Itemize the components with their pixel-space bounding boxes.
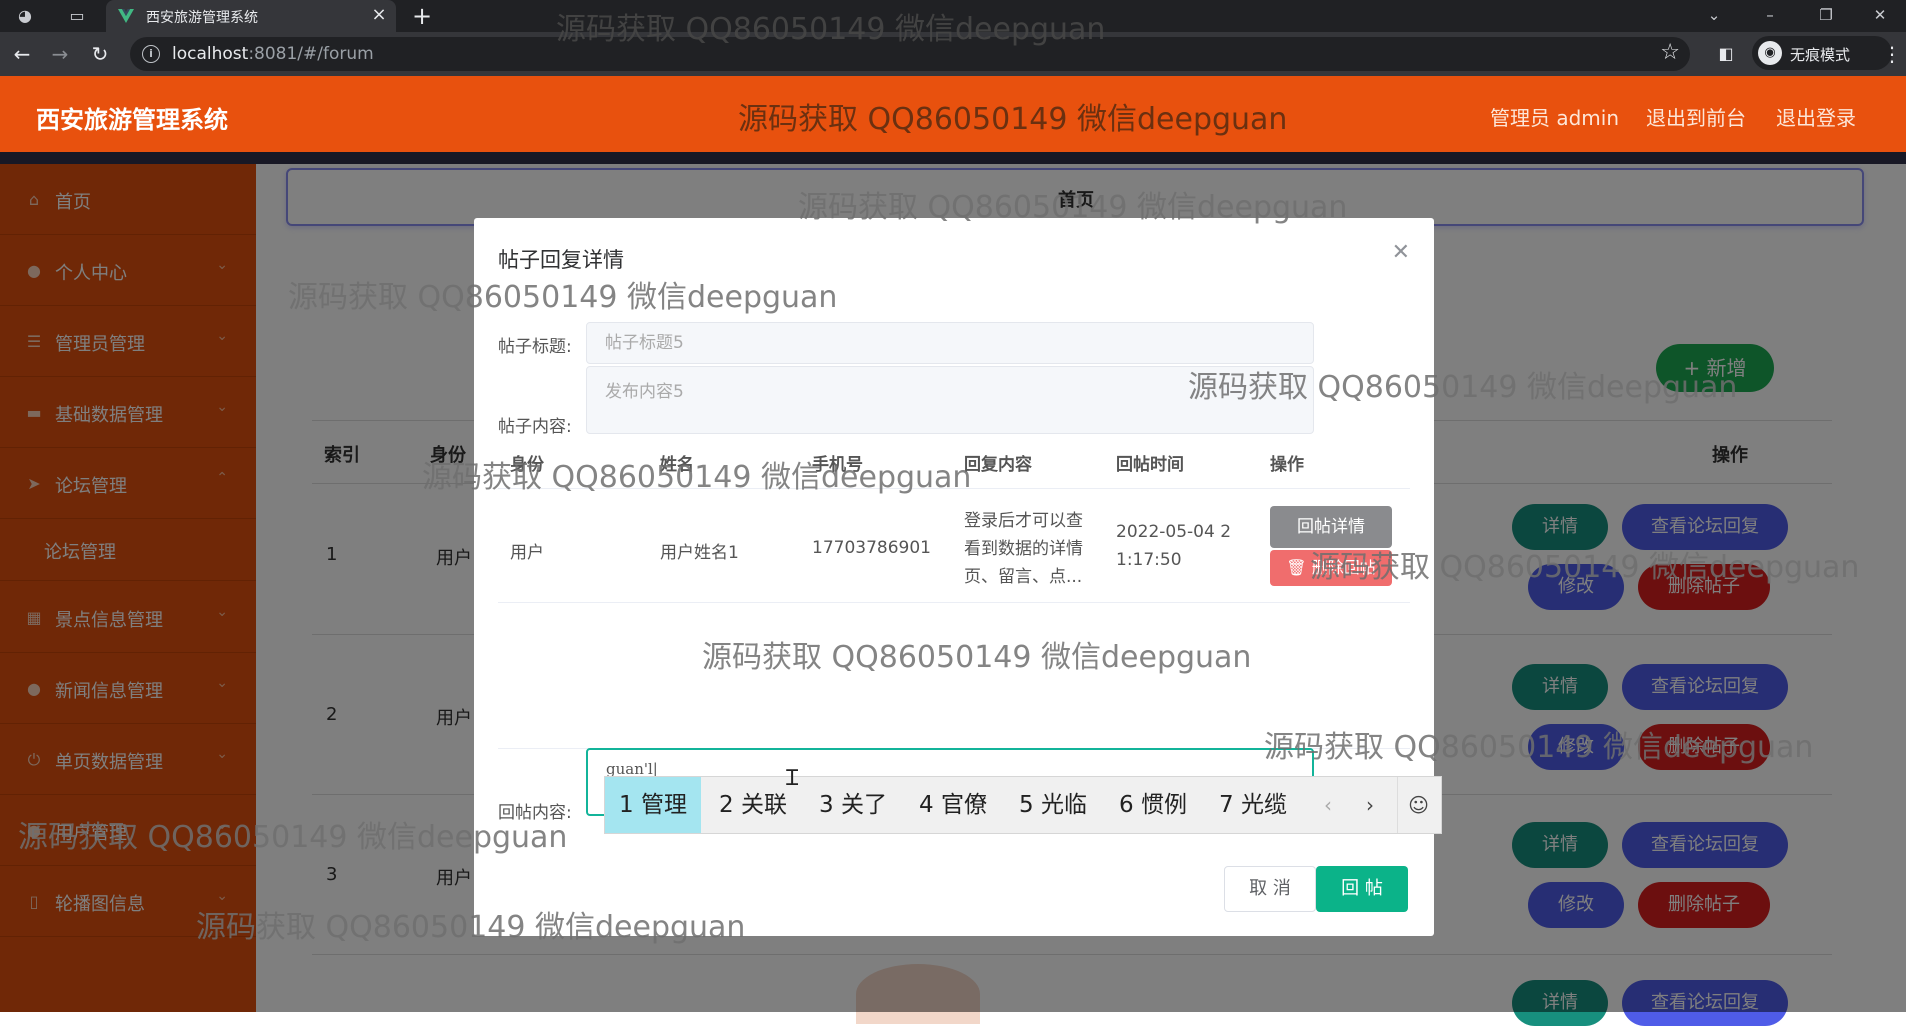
inner-col-phone: 手机号 — [812, 455, 863, 475]
incognito-badge[interactable]: ◉ 无痕模式 — [1752, 36, 1892, 70]
close-window-icon[interactable]: ✕ — [1860, 4, 1900, 28]
ime-candidate[interactable]: 7 光缆 — [1203, 777, 1303, 833]
post-title-label: 帖子标题: — [498, 337, 572, 357]
tab-title: 西安旅游管理系统 — [146, 10, 258, 26]
reply-name: 用户姓名1 — [660, 543, 739, 563]
ime-candidate-bar: 1 管理 2 关联 3 关了 4 官僚 5 光临 6 惯例 7 光缆 ‹ › ☺ — [604, 776, 1442, 834]
browser-menu-icon[interactable]: ⋮ — [1880, 42, 1904, 66]
ime-candidate[interactable]: 3 关了 — [803, 777, 903, 833]
trash-icon: 🗑 — [1286, 558, 1307, 577]
tab-close-icon[interactable]: × — [368, 5, 390, 27]
post-title-field: 帖子标题5 — [586, 322, 1314, 364]
back-icon[interactable]: ← — [10, 42, 34, 66]
post-content-label: 帖子内容: — [498, 417, 572, 437]
text-cursor-icon: Ɪ — [786, 766, 799, 791]
ime-prev-icon[interactable]: ‹ — [1307, 777, 1349, 833]
ime-next-icon[interactable]: › — [1349, 777, 1391, 833]
incognito-icon: ◉ — [1758, 41, 1782, 65]
exit-to-front-link[interactable]: 退出到前台 — [1646, 102, 1746, 131]
new-tab-icon[interactable]: + — [412, 2, 432, 30]
site-info-icon[interactable]: i — [142, 45, 160, 63]
logout-link[interactable]: 退出登录 — [1776, 102, 1856, 131]
reply-detail-button[interactable]: 回帖详情 — [1270, 506, 1392, 548]
tab-search-icon[interactable]: ⌄ — [1694, 4, 1734, 28]
reply-content-line: 看到数据的详情 — [964, 539, 1083, 559]
reply-identity: 用户 — [510, 543, 544, 563]
post-content-field: 发布内容5 — [586, 366, 1314, 434]
close-icon[interactable]: ✕ — [1392, 240, 1410, 265]
inner-col-time: 回帖时间 — [1116, 455, 1184, 475]
address-bar: ← → ↻ i localhost:8081/#/forum ☆ ◧ ◉ 无痕模… — [0, 32, 1906, 76]
reply-time-line: 1:17:50 — [1116, 550, 1182, 570]
reading-list-icon[interactable]: ◧ — [1714, 42, 1738, 66]
app-header: 西安旅游管理系统 源码获取 QQ86050149 微信deepguan 管理员 … — [0, 76, 1906, 152]
reply-content-label: 回帖内容: — [498, 803, 572, 823]
browser-tab[interactable]: 西安旅游管理系统 × — [106, 0, 396, 32]
row-divider — [498, 488, 1410, 489]
delete-reply-button[interactable]: 🗑 删除回帖 — [1270, 550, 1392, 586]
url-text[interactable]: localhost:8081/#/forum — [172, 44, 374, 64]
browser-tab-bar: ◕ ▭ 西安旅游管理系统 × + ⌄ – ❐ ✕ — [0, 0, 1906, 32]
ime-candidate[interactable]: 6 惯例 — [1103, 777, 1203, 833]
emoji-icon[interactable]: ☺ — [1397, 777, 1439, 833]
restore-icon[interactable]: ❐ — [1806, 4, 1846, 28]
vue-logo-icon — [118, 9, 134, 23]
inner-col-actions: 操作 — [1270, 455, 1304, 475]
ime-candidate[interactable]: 4 官僚 — [903, 777, 1003, 833]
admin-label: 管理员 admin — [1490, 106, 1620, 130]
header-watermark: 源码获取 QQ86050149 微信deepguan — [738, 102, 1288, 137]
bookmark-star-icon[interactable]: ☆ — [1660, 40, 1680, 65]
cancel-button[interactable]: 取 消 — [1224, 866, 1316, 912]
url-box[interactable]: i localhost:8081/#/forum ☆ — [130, 37, 1690, 71]
reply-phone: 17703786901 — [812, 538, 931, 558]
inner-col-content: 回复内容 — [964, 455, 1032, 475]
submit-reply-button[interactable]: 回 帖 — [1316, 866, 1408, 912]
inner-col-name: 姓名 — [660, 455, 694, 475]
ime-candidate[interactable]: 1 管理 — [605, 777, 701, 833]
forward-icon[interactable]: → — [48, 42, 72, 66]
ime-candidate[interactable]: 5 光临 — [1003, 777, 1103, 833]
dialog-title: 帖子回复详情 — [498, 248, 624, 272]
reply-time-line: 2022-05-04 2 — [1116, 522, 1232, 542]
window-icon[interactable]: ▭ — [64, 4, 90, 28]
app-title: 西安旅游管理系统 — [36, 106, 228, 134]
row-divider — [498, 602, 1410, 603]
globe-icon[interactable]: ◕ — [12, 4, 38, 28]
reload-icon[interactable]: ↻ — [88, 42, 112, 66]
reply-content-line: 页、留言、点... — [964, 567, 1083, 587]
inner-col-identity: 身份 — [510, 455, 544, 475]
minimize-icon[interactable]: – — [1750, 4, 1790, 28]
reply-content-line: 登录后才可以查 — [964, 511, 1083, 531]
